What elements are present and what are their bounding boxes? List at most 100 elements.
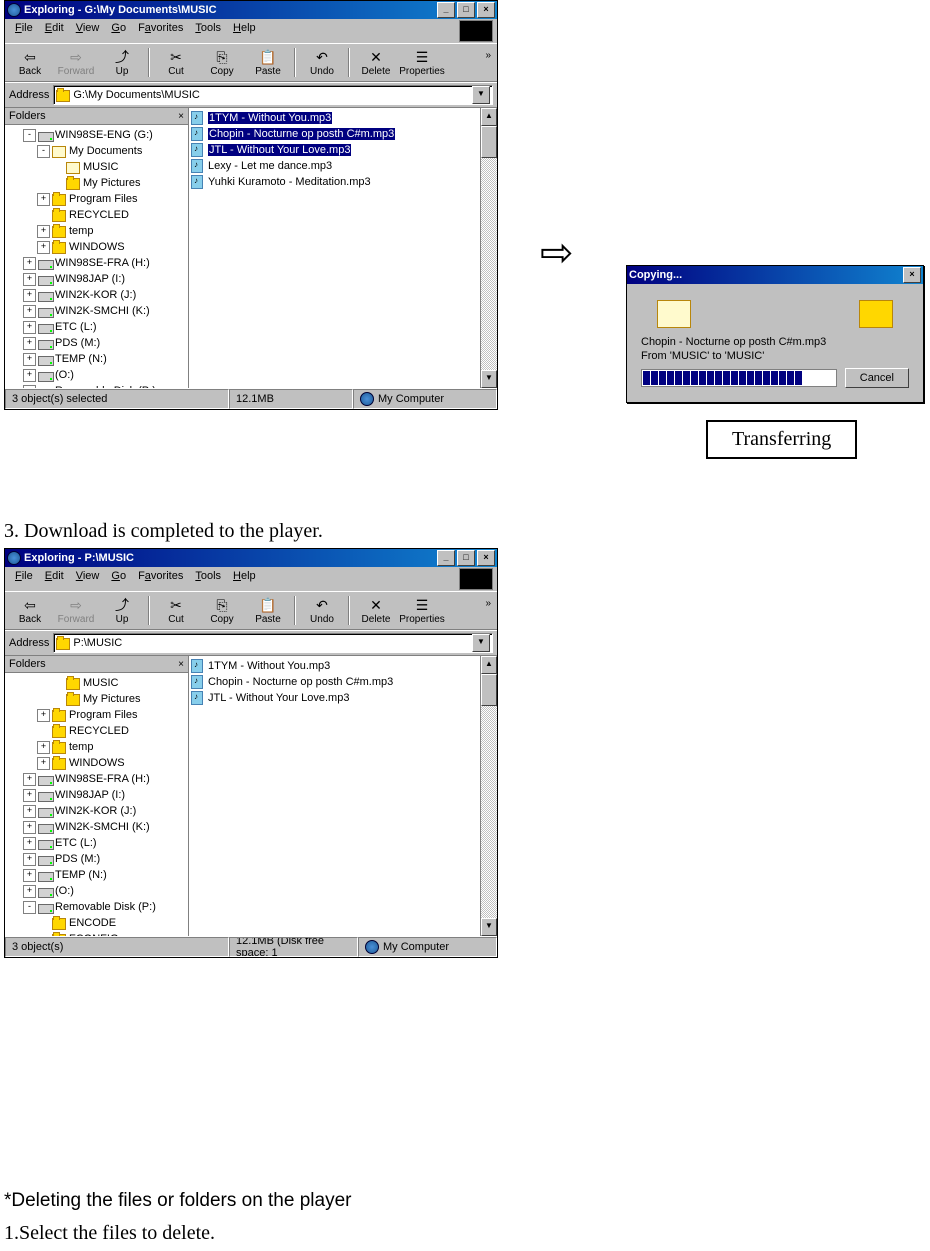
scrollbar[interactable]: ▲ ▼ <box>480 656 497 936</box>
close-button[interactable]: × <box>477 550 495 566</box>
cut-button[interactable]: ✂Cut <box>153 594 199 627</box>
tree-node[interactable]: +Program Files <box>5 707 188 723</box>
tree-node[interactable]: +temp <box>5 223 188 239</box>
tree-node[interactable]: +TEMP (N:) <box>5 867 188 883</box>
copy-button[interactable]: ⎘Copy <box>199 46 245 79</box>
expand-icon[interactable]: + <box>23 821 36 834</box>
expand-icon[interactable]: + <box>37 757 50 770</box>
tree-node[interactable]: +WIN98JAP (I:) <box>5 271 188 287</box>
file-item[interactable]: Lexy - Let me dance.mp3 <box>191 158 478 174</box>
scroll-down-icon[interactable]: ▼ <box>481 370 497 388</box>
tree-node[interactable]: My Pictures <box>5 691 188 707</box>
file-item[interactable]: 1TYM - Without You.mp3 <box>191 110 478 126</box>
titlebar[interactable]: Exploring - G:\My Documents\MUSIC _ □ × <box>5 1 497 19</box>
scroll-thumb[interactable] <box>481 126 497 158</box>
tree-node[interactable]: My Pictures <box>5 175 188 191</box>
scroll-up-icon[interactable]: ▲ <box>481 108 497 126</box>
expand-icon[interactable]: + <box>23 289 36 302</box>
expand-icon[interactable]: - <box>23 385 36 389</box>
tree-node[interactable]: +Program Files <box>5 191 188 207</box>
expand-icon[interactable]: + <box>23 853 36 866</box>
expand-icon[interactable]: + <box>23 305 36 318</box>
undo-button[interactable]: ↶Undo <box>299 594 345 627</box>
address-combo[interactable]: G:\My Documents\MUSIC ▼ <box>53 85 493 105</box>
file-list[interactable]: 1TYM - Without You.mp3Chopin - Nocturne … <box>189 656 480 936</box>
file-item[interactable]: Chopin - Nocturne op posth C#m.mp3 <box>191 126 478 142</box>
tree-node[interactable]: +PDS (M:) <box>5 851 188 867</box>
tree-node[interactable]: +WIN98SE-FRA (H:) <box>5 255 188 271</box>
tree-node[interactable]: -My Documents <box>5 143 188 159</box>
file-item[interactable]: Yuhki Kuramoto - Meditation.mp3 <box>191 174 478 190</box>
tree-node[interactable]: +ETC (L:) <box>5 835 188 851</box>
cut-button[interactable]: ✂Cut <box>153 46 199 79</box>
undo-button[interactable]: ↶Undo <box>299 46 345 79</box>
expand-icon[interactable]: + <box>23 273 36 286</box>
dialog-close-button[interactable]: × <box>903 267 921 283</box>
menu-favorites[interactable]: Favorites <box>132 568 189 590</box>
properties-button[interactable]: ☰Properties <box>399 594 445 627</box>
minimize-button[interactable]: _ <box>437 550 455 566</box>
menu-view[interactable]: View <box>70 568 106 590</box>
minimize-button[interactable]: _ <box>437 2 455 18</box>
expand-icon[interactable]: + <box>23 321 36 334</box>
delete-button[interactable]: ✕Delete <box>353 594 399 627</box>
tree-node[interactable]: RECYCLED <box>5 723 188 739</box>
menu-edit[interactable]: Edit <box>39 568 70 590</box>
address-combo[interactable]: P:\MUSIC ▼ <box>53 633 493 653</box>
file-item[interactable]: 1TYM - Without You.mp3 <box>191 658 478 674</box>
menu-view[interactable]: View <box>70 20 106 42</box>
menu-file[interactable]: File <box>9 20 39 42</box>
menu-go[interactable]: Go <box>105 20 132 42</box>
menu-help[interactable]: Help <box>227 20 262 42</box>
properties-button[interactable]: ☰Properties <box>399 46 445 79</box>
expand-icon[interactable]: - <box>23 901 36 914</box>
tree-node[interactable]: + (O:) <box>5 883 188 899</box>
toolbar-overflow-icon[interactable]: » <box>481 46 495 79</box>
folders-close-icon[interactable]: × <box>178 659 184 670</box>
forward-button[interactable]: ⇨Forward <box>53 46 99 79</box>
expand-icon[interactable]: + <box>23 369 36 382</box>
paste-button[interactable]: 📋Paste <box>245 46 291 79</box>
folders-close-icon[interactable]: × <box>178 111 184 122</box>
expand-icon[interactable]: + <box>37 741 50 754</box>
expand-icon[interactable]: + <box>23 337 36 350</box>
titlebar[interactable]: Exploring - P:\MUSIC _ □ × <box>5 549 497 567</box>
maximize-button[interactable]: □ <box>457 550 475 566</box>
address-dropdown-icon[interactable]: ▼ <box>472 86 490 104</box>
tree-node[interactable]: +TEMP (N:) <box>5 351 188 367</box>
menu-tools[interactable]: Tools <box>189 568 227 590</box>
tree-node[interactable]: +WIN2K-KOR (J:) <box>5 803 188 819</box>
back-button[interactable]: ⇦Back <box>7 46 53 79</box>
expand-icon[interactable]: - <box>37 145 50 158</box>
file-list[interactable]: 1TYM - Without You.mp3Chopin - Nocturne … <box>189 108 480 388</box>
expand-icon[interactable]: + <box>23 805 36 818</box>
expand-icon[interactable]: + <box>37 193 50 206</box>
scroll-down-icon[interactable]: ▼ <box>481 918 497 936</box>
expand-icon[interactable]: + <box>23 773 36 786</box>
tree-node[interactable]: +WIN98JAP (I:) <box>5 787 188 803</box>
expand-icon[interactable]: + <box>23 789 36 802</box>
tree-node[interactable]: +WINDOWS <box>5 239 188 255</box>
menu-tools[interactable]: Tools <box>189 20 227 42</box>
expand-icon[interactable]: + <box>23 257 36 270</box>
expand-icon[interactable]: + <box>23 837 36 850</box>
menu-help[interactable]: Help <box>227 568 262 590</box>
copy-button[interactable]: ⎘Copy <box>199 594 245 627</box>
expand-icon[interactable]: + <box>23 353 36 366</box>
dialog-titlebar[interactable]: Copying... × <box>627 266 923 284</box>
folder-tree[interactable]: -WIN98SE-ENG (G:)-My DocumentsMUSICMy Pi… <box>5 125 188 388</box>
folder-tree[interactable]: MUSICMy Pictures+Program FilesRECYCLED+t… <box>5 673 188 936</box>
tree-node[interactable]: MUSIC <box>5 159 188 175</box>
file-item[interactable]: Chopin - Nocturne op posth C#m.mp3 <box>191 674 478 690</box>
tree-node[interactable]: ENCODE <box>5 915 188 931</box>
scrollbar[interactable]: ▲ ▼ <box>480 108 497 388</box>
file-item[interactable]: JTL - Without Your Love.mp3 <box>191 142 478 158</box>
tree-node[interactable]: +temp <box>5 739 188 755</box>
address-dropdown-icon[interactable]: ▼ <box>472 634 490 652</box>
expand-icon[interactable]: + <box>37 241 50 254</box>
delete-button[interactable]: ✕Delete <box>353 46 399 79</box>
menu-favorites[interactable]: Favorites <box>132 20 189 42</box>
expand-icon[interactable]: + <box>37 709 50 722</box>
expand-icon[interactable]: - <box>23 129 36 142</box>
maximize-button[interactable]: □ <box>457 2 475 18</box>
